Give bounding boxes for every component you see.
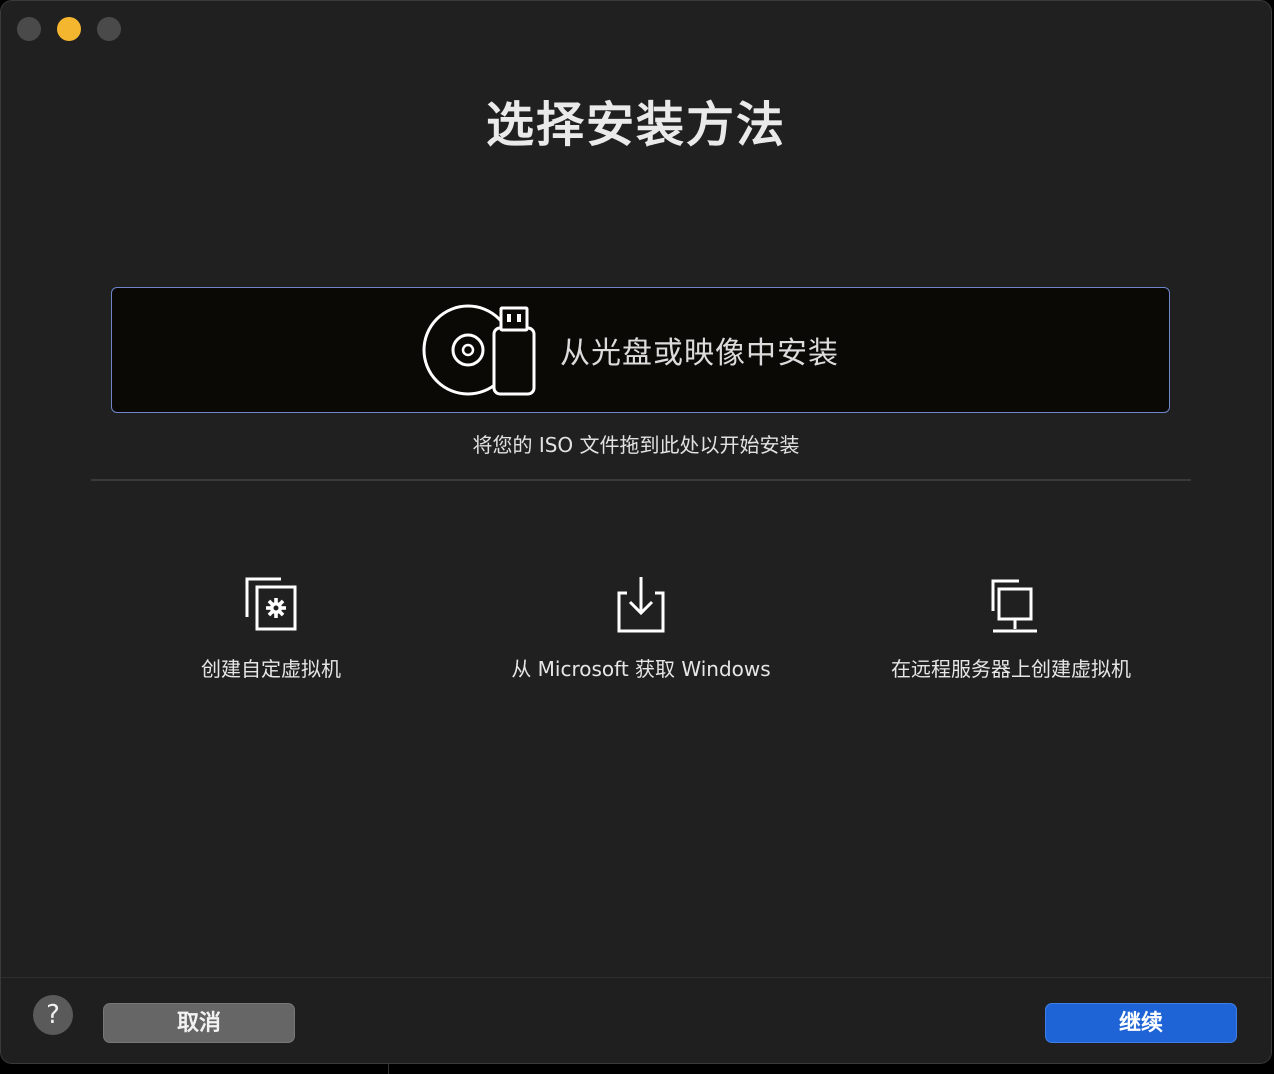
create-vm-on-remote-server-option[interactable]: 在远程服务器上创建虚拟机 bbox=[841, 573, 1181, 682]
get-windows-from-microsoft-option[interactable]: 从 Microsoft 获取 Windows bbox=[471, 573, 811, 682]
page-title: 选择安装方法 bbox=[485, 97, 786, 153]
disc-usb-icon bbox=[422, 304, 536, 396]
installer-window: 选择安装方法 从光盘或映像中安装 将您的 ISO 文件拖到此处以开始安装 创建自… bbox=[0, 0, 1272, 1064]
create-vm-on-remote-server-label: 在远程服务器上创建虚拟机 bbox=[891, 657, 1131, 681]
download-icon bbox=[617, 577, 665, 633]
get-windows-from-microsoft-label: 从 Microsoft 获取 Windows bbox=[511, 657, 771, 681]
section-divider bbox=[91, 479, 1191, 481]
create-custom-vm-option[interactable]: 创建自定虚拟机 bbox=[101, 573, 441, 682]
close-window-button[interactable] bbox=[17, 17, 41, 41]
custom-vm-icon bbox=[245, 577, 297, 631]
zoom-window-button[interactable] bbox=[97, 17, 121, 41]
install-from-disc-label: 从光盘或映像中安装 bbox=[560, 336, 839, 371]
create-custom-vm-label: 创建自定虚拟机 bbox=[201, 657, 341, 681]
window-controls bbox=[17, 17, 121, 41]
remote-server-icon bbox=[991, 579, 1037, 633]
desktop-edge bbox=[0, 1064, 1274, 1074]
help-button[interactable]: ? bbox=[33, 995, 73, 1035]
cancel-button[interactable]: 取消 bbox=[103, 1003, 295, 1043]
drag-iso-hint: 将您的 ISO 文件拖到此处以开始安装 bbox=[472, 433, 800, 457]
continue-button[interactable]: 继续 bbox=[1045, 1003, 1237, 1043]
minimize-window-button[interactable] bbox=[57, 17, 81, 41]
install-from-disc-option[interactable]: 从光盘或映像中安装 bbox=[111, 287, 1170, 413]
